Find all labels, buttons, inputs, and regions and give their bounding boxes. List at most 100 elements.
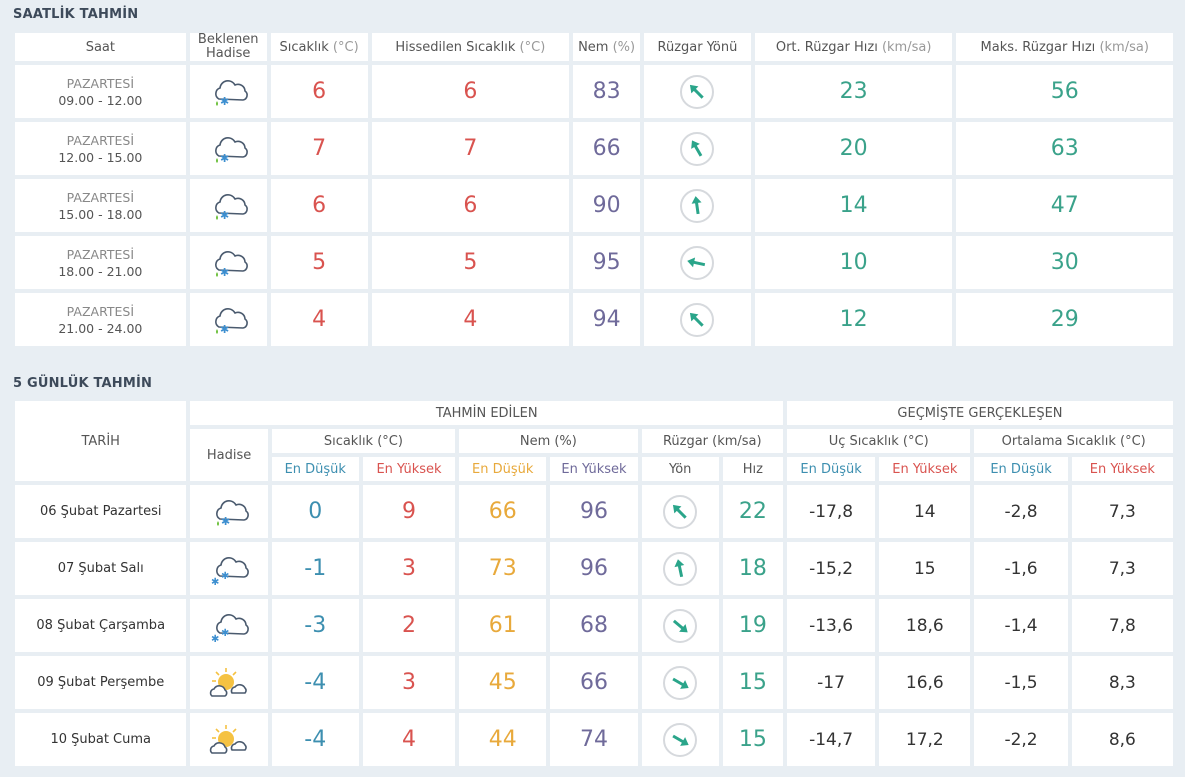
date-cell: 09 Şubat Perşembe [15,656,187,709]
header-forecast-group: TAHMİN EDİLEN [190,401,783,425]
avg-min-cell: -2,2 [974,713,1068,766]
header-temp: Sıcaklık (°C) [271,429,456,453]
temp-cell: 6 [270,179,368,232]
sleet-cloud-icon: ✱ [205,193,251,222]
event-cell: ✱ ✱ [190,542,268,595]
day-label: PAZARTESİ [66,303,135,319]
avg-min-cell: -1,4 [974,599,1068,652]
wind-direction-cell [641,656,719,709]
humidity-max-cell: 96 [550,542,638,595]
time-range: 09.00 - 12.00 [58,92,143,108]
feels-cell: 6 [371,65,570,118]
wind-direction-cell [641,485,719,538]
header-temp-min: En Düşük [271,457,359,481]
daily-row: 10 Şubat Cuma -4 4 44 74 15 -14,7 17,2 -2,2 8,6 [15,713,1173,766]
svg-text:✱: ✱ [211,634,219,643]
header-temp: Sıcaklık (°C) [270,33,368,61]
temp-max-cell: 3 [362,542,456,595]
avg-max-cell: 8,3 [1071,656,1173,709]
header-extreme-min: En Düşük [786,457,876,481]
max-wind-cell: 47 [956,179,1173,232]
avg-wind-cell: 12 [754,293,953,346]
wind-arrow-icon [662,665,698,700]
feels-cell: 5 [371,236,570,289]
temp-cell: 7 [270,122,368,175]
daily-row: 07 Şubat Salı ✱ ✱ -1 3 73 96 18 -15,2 15 -1,6 7,3 [15,542,1173,595]
event-cell [190,656,268,709]
temp-min-cell: -3 [271,599,359,652]
extreme-min-cell: -14,7 [786,713,876,766]
wind-speed-cell: 15 [722,656,783,709]
daily-row: 06 Şubat Pazartesi ✱ 0 9 66 96 22 -17,8 14 -2,8 7,… [15,485,1173,538]
header-time: Saat [15,33,186,61]
partly-sunny-icon [206,667,252,697]
header-avg-max: En Yüksek [1071,457,1173,481]
hourly-row: PAZARTESİ 12.00 - 15.00 ✱ 7 7 66 20 63 [15,122,1173,175]
date-cell: 08 Şubat Çarşamba [15,599,187,652]
time-range: 21.00 - 24.00 [58,320,143,336]
extreme-max-cell: 18,6 [879,599,971,652]
max-wind-cell: 29 [956,293,1173,346]
header-wind-direction: Rüzgar Yönü [644,33,751,61]
hourly-row: PAZARTESİ 21.00 - 24.00 ✱ 4 4 94 12 29 [15,293,1173,346]
header-humidity: Nem (%) [459,429,638,453]
humidity-cell: 90 [573,179,641,232]
svg-text:✱: ✱ [221,628,229,639]
wind-direction-cell [644,65,751,118]
sleet-cloud-icon: ✱ [205,79,251,108]
hourly-row: PAZARTESİ 09.00 - 12.00 ✱ 6 6 83 23 56 [15,65,1173,118]
header-avg-temp: Ortalama Sıcaklık (°C) [974,429,1173,453]
wind-direction-cell [641,542,719,595]
temp-min-cell: -4 [271,656,359,709]
extreme-min-cell: -17,8 [786,485,876,538]
humidity-max-cell: 96 [550,485,638,538]
header-wind-direction: Yön [641,457,719,481]
time-range: 18.00 - 21.00 [58,263,143,279]
wind-arrow-icon [679,245,715,280]
hourly-section-title: SAATLİK TAHMİN [13,7,139,22]
max-wind-cell: 30 [956,236,1173,289]
avg-min-cell: -1,5 [974,656,1068,709]
event-cell: ✱ [190,485,268,538]
header-extreme-max: En Yüksek [879,457,971,481]
extreme-max-cell: 16,6 [879,656,971,709]
date-cell: 06 Şubat Pazartesi [15,485,187,538]
sleet-cloud-icon: ✱ [205,250,251,279]
extreme-max-cell: 15 [879,542,971,595]
header-feels: Hissedilen Sıcaklık (°C) [371,33,570,61]
wind-arrow-icon [662,551,698,586]
sleet-cloud-icon: ✱ [205,307,251,336]
humidity-max-cell: 74 [550,713,638,766]
event-cell: ✱ [189,122,267,175]
daily-row: 09 Şubat Perşembe -4 3 45 66 15 -17 16,6 -1,5 8,3 [15,656,1173,709]
svg-text:✱: ✱ [220,323,229,336]
max-wind-cell: 56 [956,65,1173,118]
temp-cell: 5 [270,236,368,289]
extreme-min-cell: -15,2 [786,542,876,595]
sleet-cloud-icon: ✱ [206,499,252,528]
humidity-cell: 94 [573,293,641,346]
humidity-min-cell: 61 [459,599,547,652]
wind-speed-cell: 15 [722,713,783,766]
header-avg-min: En Düşük [974,457,1068,481]
temp-max-cell: 2 [362,599,456,652]
avg-wind-cell: 20 [754,122,953,175]
wind-arrow-icon [679,302,715,337]
svg-text:✱: ✱ [220,266,229,279]
temp-min-cell: -1 [271,542,359,595]
wind-arrow-icon [662,494,698,529]
header-humidity-min: En Düşük [459,457,547,481]
wind-direction-cell [644,236,751,289]
humidity-cell: 95 [573,236,641,289]
temp-min-cell: -4 [271,713,359,766]
wind-arrow-icon [679,188,715,223]
event-cell: ✱ [189,179,267,232]
feels-cell: 6 [371,179,570,232]
header-wind: Rüzgar (km/sa) [641,429,783,453]
temp-cell: 4 [270,293,368,346]
header-date: TARİH [15,401,187,481]
svg-text:✱: ✱ [221,515,230,528]
avg-min-cell: -2,8 [974,485,1068,538]
header-max-wind: Maks. Rüzgar Hızı (km/sa) [956,33,1173,61]
humidity-min-cell: 45 [459,656,547,709]
